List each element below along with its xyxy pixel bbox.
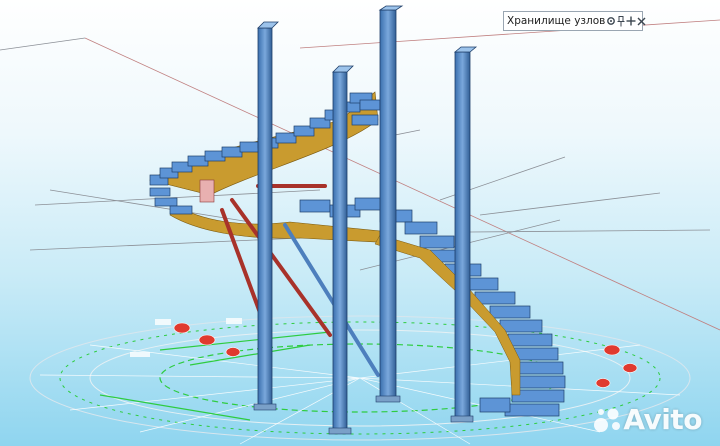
- close-icon[interactable]: [637, 15, 646, 27]
- node-storage-panel[interactable]: Хранилище узлов: [503, 11, 646, 31]
- diagonal-braces-blue: [283, 223, 380, 377]
- base-plates: [253, 395, 474, 435]
- reference-lines: [0, 19, 720, 331]
- watermark-text: Avito: [623, 403, 702, 436]
- avito-watermark: Avito: [593, 403, 702, 436]
- move-icon[interactable]: [626, 15, 636, 27]
- grid-markers: [173, 322, 638, 388]
- pin-icon[interactable]: [617, 15, 625, 27]
- base-grid: [29, 315, 691, 445]
- connection-plate: [199, 179, 215, 203]
- model-viewport[interactable]: Хранилище узлов Avito: [0, 0, 720, 446]
- stair-3d-model[interactable]: [0, 0, 720, 446]
- node-storage-title: Хранилище узлов: [507, 15, 606, 27]
- settings-icon[interactable]: [606, 15, 616, 27]
- avito-dots-icon: [594, 408, 621, 432]
